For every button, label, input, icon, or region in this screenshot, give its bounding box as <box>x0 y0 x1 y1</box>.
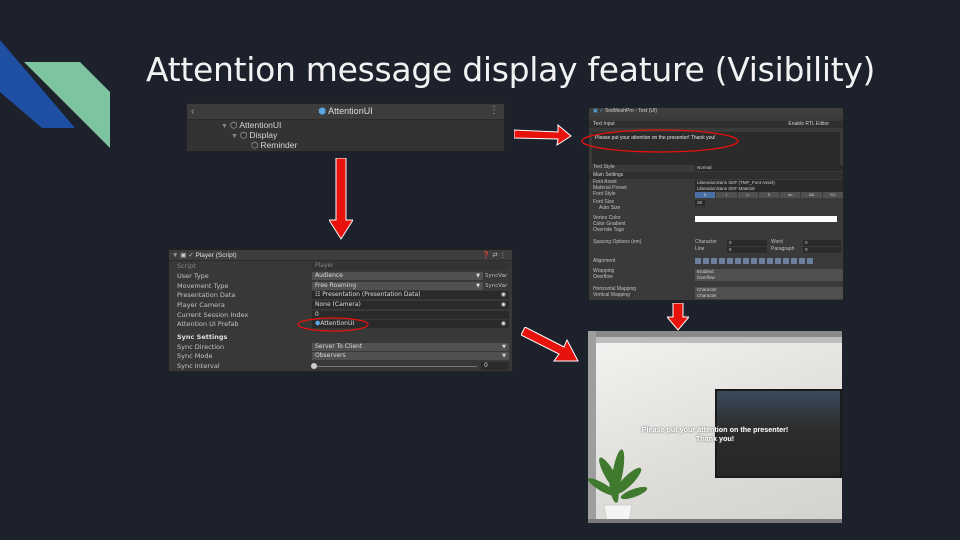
script-field: Player <box>312 262 509 270</box>
vertical-mapping-label: Vertical Mapping <box>593 292 630 298</box>
player-header: ▼ ▣ ✓ Player (Script) ❓ ⇄ ⋮ <box>169 250 512 261</box>
cube-icon: ⬡ <box>239 130 248 140</box>
corner-decoration <box>0 40 110 148</box>
override-tags-label: Override Tags <box>593 227 625 233</box>
foldout-icon[interactable]: ▼ <box>172 252 178 259</box>
overflow-label: Overflow <box>593 274 613 280</box>
prefab-cube-icon: ⬢ <box>318 106 327 116</box>
slider-handle[interactable] <box>311 363 317 369</box>
character-spacing-field[interactable]: 0 <box>727 240 767 246</box>
syncvar-label: SyncVar <box>485 273 508 279</box>
sync-settings-heading: Sync Settings <box>177 333 228 341</box>
strikethrough-button[interactable]: S <box>758 192 780 198</box>
vertex-color-swatch[interactable] <box>695 216 837 222</box>
overflow-dropdown[interactable]: Overflow <box>695 275 843 281</box>
cube-icon: ⬡ <box>251 140 259 150</box>
prefab-title: AttentionUI <box>328 106 373 116</box>
character-spacing-label: Character <box>695 239 717 245</box>
text-input-section: Text Input Enable RTL Editor <box>589 121 843 128</box>
tmp-header: ▣ ✓ TextMeshPro - Text (UI) <box>589 108 843 116</box>
sync-interval-field[interactable]: 0 <box>481 362 509 370</box>
sync-interval-slider[interactable] <box>312 366 477 367</box>
slide-title: Attention message display feature (Visib… <box>146 50 876 89</box>
paragraph-spacing-field[interactable]: 0 <box>803 247 841 253</box>
hierarchy-item-reminder[interactable]: ⬡ Reminder <box>251 140 297 151</box>
sync-direction-dropdown[interactable]: Server To Client ▼ <box>312 343 509 351</box>
vertical-mapping-dropdown[interactable]: Character <box>695 293 843 299</box>
enabled-checkbox[interactable]: ✓ <box>188 252 193 259</box>
paragraph-spacing-label: Paragraph <box>771 246 795 252</box>
rtl-editor-label: Enable RTL Editor <box>788 121 829 127</box>
alignment-buttons[interactable] <box>695 258 815 264</box>
word-spacing-label: Word <box>771 239 783 245</box>
bold-button[interactable]: B <box>695 192 716 198</box>
player-camera-field[interactable]: None (Camera) ◉ <box>312 301 509 309</box>
object-picker-icon: ◉ <box>500 291 506 298</box>
potted-plant-icon <box>588 449 648 523</box>
player-component-title: Player (Script) <box>195 252 237 259</box>
font-style-label: Font Style <box>593 191 616 197</box>
font-style-buttons: B I U S ab AB SC <box>695 192 843 198</box>
component-toggle-icon[interactable]: ▣ ✓ <box>593 108 603 114</box>
tmp-component-title: TextMeshPro - Text (UI) <box>604 108 658 114</box>
text-style-label: Text Style <box>593 164 615 170</box>
line-spacing-field[interactable]: 0 <box>727 247 767 253</box>
expand-triangle-icon[interactable]: ▼ <box>221 123 228 130</box>
kebab-menu-icon[interactable]: ⋮ <box>489 105 499 116</box>
smallcaps-button[interactable]: SC <box>822 192 843 198</box>
italic-button[interactable]: I <box>716 192 737 198</box>
auto-size-label: Auto Size <box>599 205 621 211</box>
arrow-down-icon <box>329 158 353 240</box>
hierarchy-header: ‹ ⬢ AttentionUI ⋮ <box>187 104 504 120</box>
sync-mode-dropdown[interactable]: Observers ▼ <box>312 352 509 360</box>
underline-button[interactable]: U <box>737 192 758 198</box>
highlight-ellipse <box>581 129 739 153</box>
line-spacing-label: Line <box>695 246 705 252</box>
arrow-right-icon <box>514 124 572 146</box>
scene-preview: Please put your attention on the present… <box>588 331 842 523</box>
lowercase-button[interactable]: ab <box>780 192 801 198</box>
cube-icon: ⬡ <box>229 120 238 130</box>
spacing-options-label: Spacing Options (em) <box>593 239 642 245</box>
attention-message: Please put your attention on the present… <box>641 425 789 443</box>
syncvar-label: SyncVar <box>485 283 508 289</box>
font-size-field[interactable]: 35 <box>695 200 705 206</box>
uppercase-button[interactable]: AB <box>801 192 822 198</box>
arrow-diagonal-icon <box>521 327 579 362</box>
main-settings-section: Main Settings <box>589 172 843 179</box>
text-style-dropdown[interactable]: Normal <box>695 165 843 171</box>
component-menu-icons[interactable]: ❓ ⇄ ⋮ <box>482 250 506 261</box>
movement-type-dropdown[interactable]: Free Roaming ▼ <box>312 282 483 290</box>
presentation-data-field[interactable]: ☷ Presentation (Presentation Data) ◉ <box>312 291 509 299</box>
word-spacing-field[interactable]: 0 <box>803 240 841 246</box>
object-picker-icon: ◉ <box>500 320 506 327</box>
object-picker-icon: ◉ <box>500 301 506 308</box>
user-type-dropdown[interactable]: Audience ▼ <box>312 272 483 280</box>
arrow-down-small-icon <box>667 303 689 331</box>
expand-triangle-icon[interactable]: ▼ <box>231 133 238 140</box>
script-icon: ▣ <box>180 252 187 259</box>
alignment-label: Alignment <box>593 258 616 264</box>
hierarchy-panel: ‹ ⬢ AttentionUI ⋮ ▼ ⬡ AttentionUI ▼ ⬡ Displa… <box>186 103 505 152</box>
highlight-ellipse <box>297 317 369 332</box>
